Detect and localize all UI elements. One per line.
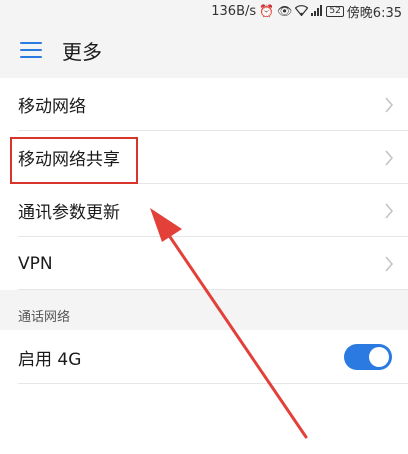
enable-4g-toggle[interactable]: [344, 344, 392, 370]
list-item-label: 移动网络: [18, 97, 86, 117]
settings-list: 移动网络 移动网络共享 通讯参数更新 VPN: [0, 78, 408, 290]
list-item-label: 通讯参数更新: [18, 203, 120, 223]
wifi-icon: [295, 4, 309, 18]
chevron-right-icon: [384, 203, 394, 219]
clock: 傍晚6:35: [346, 5, 402, 21]
alarm-icon: ⏰: [259, 4, 275, 18]
list-item-label: VPN: [18, 253, 53, 274]
list-item-vpn[interactable]: VPN: [0, 237, 408, 290]
enable-4g-row: 启用 4G: [0, 330, 408, 384]
list-item-mobile-network[interactable]: 移动网络: [0, 78, 408, 131]
list-item-tethering[interactable]: 移动网络共享: [0, 131, 408, 184]
chevron-right-icon: [384, 97, 394, 113]
section-header: 通话网络: [0, 300, 408, 330]
chevron-right-icon: [384, 256, 394, 272]
title-bar: 更多: [0, 22, 408, 76]
page-title: 更多: [62, 40, 102, 64]
enable-4g-label: 启用 4G: [18, 349, 82, 370]
signal-icon: [311, 4, 323, 18]
battery-icon: 52: [326, 5, 344, 17]
status-bar: 136B/s ⏰ 👁 52 傍晚6:35: [0, 0, 408, 22]
network-speed: 136B/s: [211, 3, 257, 19]
eye-icon: 👁: [277, 4, 293, 18]
list-item-carrier-update[interactable]: 通讯参数更新: [0, 184, 408, 237]
toggle-knob: [369, 347, 389, 367]
chevron-right-icon: [384, 150, 394, 166]
empty-area: [0, 384, 408, 454]
hamburger-icon[interactable]: [20, 42, 42, 58]
list-item-label: 移动网络共享: [18, 150, 120, 170]
